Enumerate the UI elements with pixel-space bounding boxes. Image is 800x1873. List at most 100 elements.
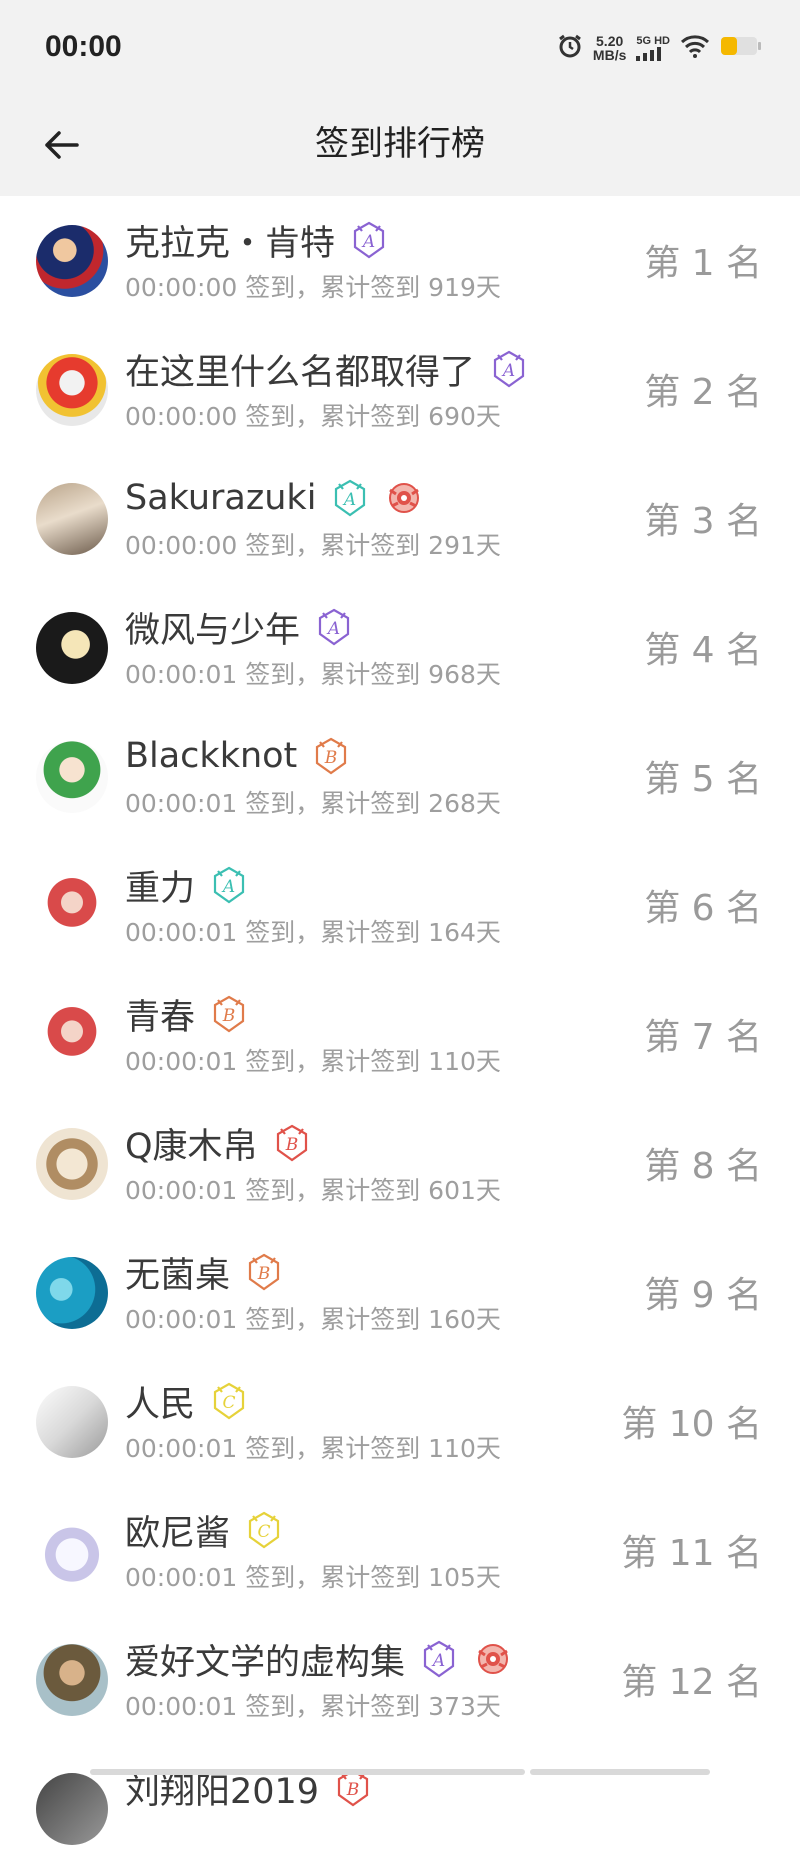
leaderboard-row[interactable]: 克拉克・肯特 A 00:00:00 签到，累计签到 919天 第 1 名 bbox=[0, 196, 800, 325]
level-badge-icon: A bbox=[419, 1639, 459, 1679]
rank-label: 第 4 名 bbox=[644, 630, 762, 671]
avatar[interactable] bbox=[36, 1773, 108, 1845]
leaderboard-row[interactable]: Q康木帛 B 00:00:01 签到，累计签到 601天 第 8 名 bbox=[0, 1099, 800, 1228]
rank-label: 第 7 名 bbox=[644, 1017, 762, 1058]
leaderboard-row[interactable]: 青春 B 00:00:01 签到，累计签到 110天 第 7 名 bbox=[0, 970, 800, 1099]
checkin-info: 00:00:01 签到，累计签到 164天 bbox=[125, 918, 501, 947]
medal-badge-icon bbox=[384, 478, 424, 518]
avatar[interactable] bbox=[36, 1644, 108, 1716]
name-line: 重力 A bbox=[125, 861, 249, 909]
net-speed: 5.20 MB/s bbox=[592, 33, 627, 63]
app-header: 签到排行榜 bbox=[0, 96, 800, 196]
svg-text:C: C bbox=[258, 1522, 271, 1542]
rank-label: 第 10 名 bbox=[621, 1404, 762, 1445]
cell-signal: 5G HD bbox=[636, 35, 670, 61]
leaderboard-row[interactable]: 刘翔阳2019 B bbox=[0, 1744, 800, 1873]
svg-text:A: A bbox=[326, 619, 340, 639]
rank-label: 第 1 名 bbox=[644, 243, 762, 284]
svg-text:A: A bbox=[431, 1651, 445, 1671]
svg-text:A: A bbox=[342, 490, 356, 510]
level-badge-icon: B bbox=[209, 994, 249, 1034]
avatar[interactable] bbox=[36, 870, 108, 942]
username[interactable]: Blackknot bbox=[125, 736, 297, 776]
leaderboard-row[interactable]: 微风与少年 A 00:00:01 签到，累计签到 968天 第 4 名 bbox=[0, 583, 800, 712]
level-badge-icon: A bbox=[489, 349, 529, 389]
username[interactable]: 在这里什么名都取得了 bbox=[125, 344, 475, 395]
username[interactable]: 克拉克・肯特 bbox=[125, 215, 335, 266]
svg-text:B: B bbox=[324, 748, 338, 768]
checkin-info: 00:00:01 签到，累计签到 373天 bbox=[125, 1692, 501, 1721]
checkin-info: 00:00:01 签到，累计签到 968天 bbox=[125, 660, 501, 689]
battery-icon bbox=[720, 35, 762, 61]
avatar[interactable] bbox=[36, 1515, 108, 1587]
level-badge-icon: A bbox=[349, 220, 389, 260]
username[interactable]: 爱好文学的虚构集 bbox=[125, 1634, 405, 1685]
checkin-info: 00:00:00 签到，累计签到 291天 bbox=[125, 531, 501, 560]
cell-signal-icon bbox=[636, 47, 662, 61]
rank-label: 第 3 名 bbox=[644, 501, 762, 542]
svg-text:B: B bbox=[222, 1006, 236, 1026]
svg-text:A: A bbox=[361, 232, 375, 252]
level-badge-icon: C bbox=[244, 1510, 284, 1550]
name-line: 克拉克・肯特 A bbox=[125, 216, 389, 264]
avatar[interactable] bbox=[36, 225, 108, 297]
level-badge-icon: B bbox=[244, 1252, 284, 1292]
leaderboard-row[interactable]: 人民 C 00:00:01 签到，累计签到 110天 第 10 名 bbox=[0, 1357, 800, 1486]
leaderboard-row[interactable]: 重力 A 00:00:01 签到，累计签到 164天 第 6 名 bbox=[0, 841, 800, 970]
leaderboard-list[interactable]: 克拉克・肯特 A 00:00:00 签到，累计签到 919天 第 1 名在这里什么名都… bbox=[0, 196, 800, 1873]
svg-text:A: A bbox=[221, 877, 235, 897]
rank-label: 第 2 名 bbox=[644, 372, 762, 413]
username[interactable]: 欧尼酱 bbox=[125, 1505, 230, 1556]
name-line: Blackknot B bbox=[125, 732, 351, 780]
avatar[interactable] bbox=[36, 1257, 108, 1329]
name-line: 在这里什么名都取得了 A bbox=[125, 345, 529, 393]
status-icons: 5.20 MB/s 5G HD bbox=[557, 30, 762, 66]
checkin-info: 00:00:01 签到，累计签到 110天 bbox=[125, 1047, 501, 1076]
svg-text:A: A bbox=[501, 361, 515, 381]
rank-label: 第 8 名 bbox=[644, 1146, 762, 1187]
avatar[interactable] bbox=[36, 483, 108, 555]
name-line: 人民 C bbox=[125, 1377, 249, 1425]
rank-label: 第 6 名 bbox=[644, 888, 762, 929]
avatar[interactable] bbox=[36, 741, 108, 813]
username[interactable]: Sakurazuki bbox=[125, 478, 316, 518]
svg-text:C: C bbox=[223, 1393, 236, 1413]
scroll-indicator-secondary bbox=[530, 1769, 710, 1775]
scroll-indicator bbox=[90, 1769, 525, 1775]
name-line: Sakurazuki A bbox=[125, 474, 424, 522]
username[interactable]: Q康木帛 bbox=[125, 1118, 258, 1169]
wifi-icon bbox=[680, 34, 710, 62]
level-badge-icon: A bbox=[209, 865, 249, 905]
username[interactable]: 微风与少年 bbox=[125, 602, 300, 653]
leaderboard-row[interactable]: 在这里什么名都取得了 A 00:00:00 签到，累计签到 690天 第 2 名 bbox=[0, 325, 800, 454]
name-line: 爱好文学的虚构集 A bbox=[125, 1635, 513, 1683]
rank-label: 第 12 名 bbox=[621, 1662, 762, 1703]
rank-label: 第 9 名 bbox=[644, 1275, 762, 1316]
leaderboard-row[interactable]: Blackknot B 00:00:01 签到，累计签到 268天 第 5 名 bbox=[0, 712, 800, 841]
avatar[interactable] bbox=[36, 1386, 108, 1458]
status-time: 00:00 bbox=[45, 30, 122, 63]
name-line: Q康木帛 B bbox=[125, 1119, 312, 1167]
avatar[interactable] bbox=[36, 999, 108, 1071]
level-badge-icon: C bbox=[209, 1381, 249, 1421]
avatar[interactable] bbox=[36, 1128, 108, 1200]
username[interactable]: 人民 bbox=[125, 1376, 195, 1427]
rank-label: 第 11 名 bbox=[621, 1533, 762, 1574]
level-badge-icon: B bbox=[311, 736, 351, 776]
leaderboard-row[interactable]: 欧尼酱 C 00:00:01 签到，累计签到 105天 第 11 名 bbox=[0, 1486, 800, 1615]
username[interactable]: 青春 bbox=[125, 989, 195, 1040]
leaderboard-row[interactable]: 无菌桌 B 00:00:01 签到，累计签到 160天 第 9 名 bbox=[0, 1228, 800, 1357]
leaderboard-row[interactable]: 爱好文学的虚构集 A 00:00:01 签到，累计签到 373天 第 12 名 bbox=[0, 1615, 800, 1744]
avatar[interactable] bbox=[36, 612, 108, 684]
svg-text:B: B bbox=[257, 1264, 271, 1284]
page-title: 签到排行榜 bbox=[315, 124, 485, 164]
rank-label: 第 5 名 bbox=[644, 759, 762, 800]
name-line: 无菌桌 B bbox=[125, 1248, 284, 1296]
avatar[interactable] bbox=[36, 354, 108, 426]
leaderboard-row[interactable]: Sakurazuki A 00:00:00 签到，累计签到 291天 第 3 名 bbox=[0, 454, 800, 583]
checkin-info: 00:00:01 签到，累计签到 110天 bbox=[125, 1434, 501, 1463]
username[interactable]: 无菌桌 bbox=[125, 1247, 230, 1298]
medal-badge-icon bbox=[473, 1639, 513, 1679]
name-line: 欧尼酱 C bbox=[125, 1506, 284, 1554]
username[interactable]: 重力 bbox=[125, 860, 195, 911]
